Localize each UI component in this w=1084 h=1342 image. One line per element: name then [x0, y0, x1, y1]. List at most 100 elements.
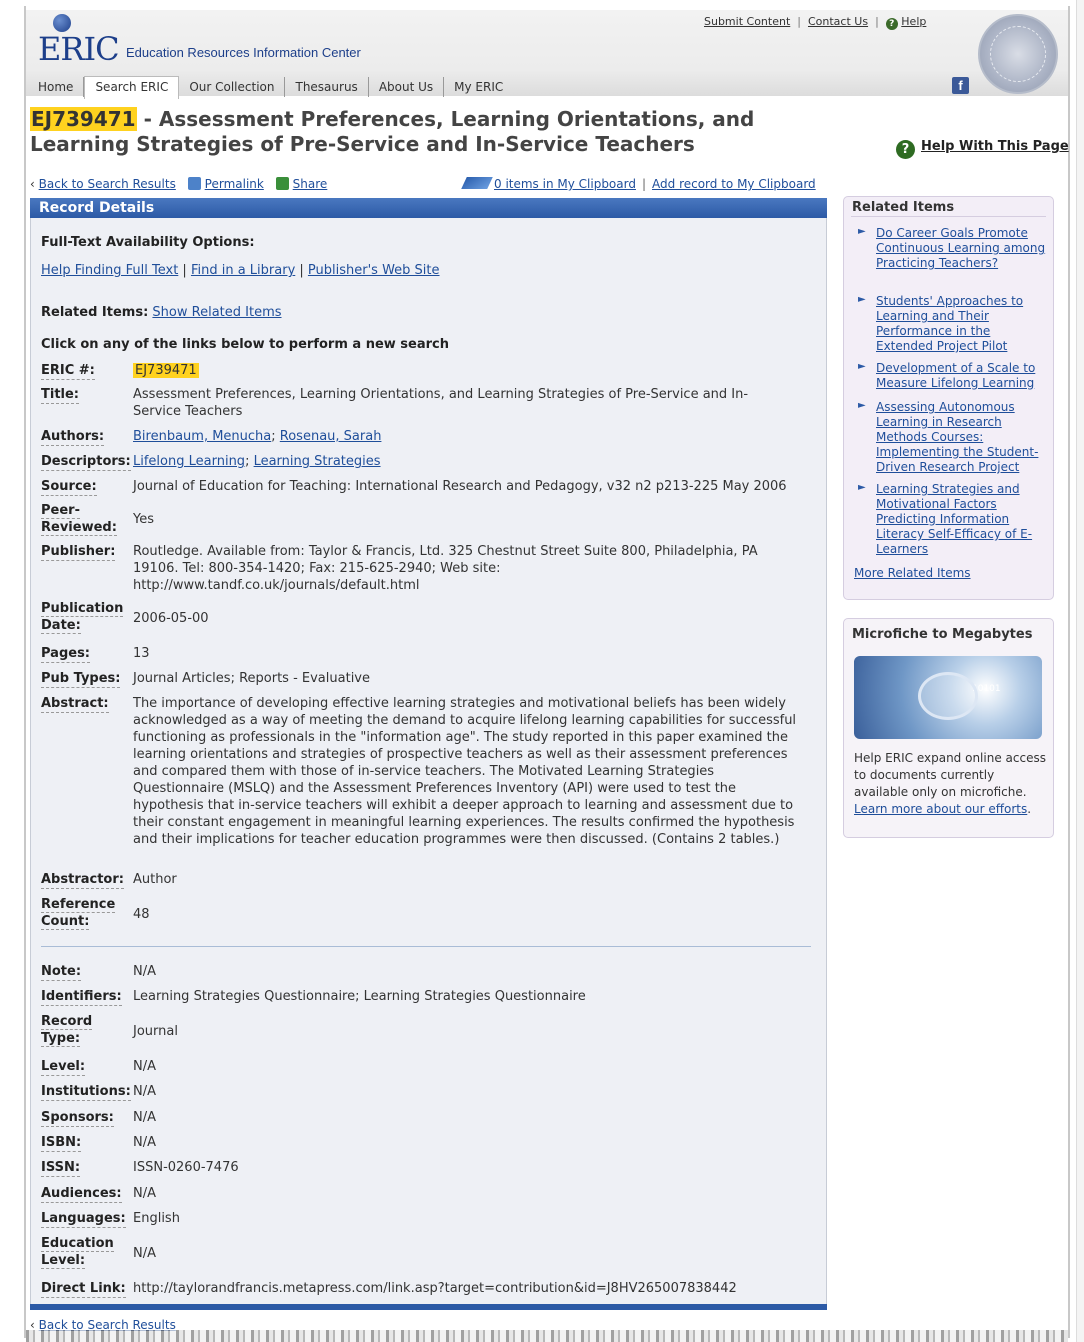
learn-more-link[interactable]: Learn more about our efforts	[854, 802, 1027, 816]
institutions-label: Institutions:	[41, 1084, 131, 1101]
record-id-highlight: EJ739471	[30, 107, 137, 131]
level-value: N/A	[133, 1059, 156, 1074]
tab-about-us[interactable]: About Us	[369, 77, 445, 97]
help-link[interactable]: Help	[901, 15, 926, 28]
related-item-link[interactable]: Assessing Autonomous Learning in Researc…	[876, 400, 1046, 475]
clipboard-link[interactable]: 0 items in My Clipboard	[494, 177, 636, 191]
page-frame-left	[24, 6, 26, 1338]
descriptor-link[interactable]: Lifelong Learning	[133, 454, 245, 469]
pub-types-value: Journal Articles; Reports - Evaluative	[133, 671, 370, 686]
abstractor-label: Abstractor:	[41, 872, 124, 889]
permalink-link[interactable]: Permalink	[205, 177, 264, 191]
bullet-icon: ►	[858, 226, 866, 237]
descriptor-link[interactable]: Learning Strategies	[254, 454, 381, 469]
peer-reviewed-label: Peer- Reviewed:	[41, 502, 117, 536]
direct-link-label: Direct Link:	[41, 1281, 126, 1298]
share-icon	[275, 177, 289, 190]
title-label: Title:	[41, 387, 80, 404]
share-link[interactable]: Share	[293, 177, 328, 191]
audiences-value: N/A	[133, 1186, 156, 1201]
issn-value: ISSN-0260-7476	[133, 1160, 239, 1175]
show-related-items-link[interactable]: Show Related Items	[152, 305, 281, 320]
eric-number-highlight: EJ739471	[133, 363, 199, 378]
help-with-page[interactable]: ? Help With This Page	[896, 139, 1069, 159]
tab-thesaurus[interactable]: Thesaurus	[285, 77, 369, 97]
issn-label: ISSN:	[41, 1160, 81, 1177]
back-arrow-icon: ‹	[30, 177, 35, 191]
submit-content-link[interactable]: Submit Content	[704, 15, 790, 28]
facebook-icon[interactable]: f	[952, 77, 969, 94]
add-record-link[interactable]: Add record to My Clipboard	[652, 177, 816, 191]
eric-logo[interactable]: ERIC	[38, 30, 120, 68]
audiences-label: Audiences:	[41, 1186, 122, 1203]
publisher-website-link[interactable]: Publisher's Web Site	[308, 263, 440, 278]
contact-us-link[interactable]: Contact Us	[808, 15, 868, 28]
author-link[interactable]: Birenbaum, Menucha	[133, 429, 271, 444]
help-question-icon: ?	[896, 140, 915, 159]
publication-date-value: 2006-05-00	[133, 611, 209, 626]
related-items-row: Related Items: Show Related Items	[41, 305, 282, 320]
edlevel-label-line2: Level:	[41, 1253, 86, 1269]
pubdate-label-line2: Date:	[41, 618, 81, 634]
main-nav: Home Search ERIC Our Collection Thesaurus Ab…	[28, 76, 513, 99]
tab-our-collection[interactable]: Our Collection	[179, 77, 286, 97]
bullet-icon: ►	[858, 294, 866, 305]
pages-value: 13	[133, 646, 150, 661]
identifiers-label: Identifiers:	[41, 989, 122, 1006]
section-divider	[41, 946, 811, 947]
help-finding-fulltext-link[interactable]: Help Finding Full Text	[41, 263, 178, 278]
related-item-link[interactable]: Learning Strategies and Motivational Fac…	[876, 482, 1046, 557]
authors-label: Authors:	[41, 429, 105, 446]
record-type-label: Record Type:	[41, 1013, 93, 1047]
pub-types-label: Pub Types:	[41, 671, 121, 688]
institutions-value: N/A	[133, 1084, 156, 1099]
abstract-value: The importance of developing effective l…	[133, 696, 797, 847]
title-value: Assessment Preferences, Learning Orienta…	[133, 387, 749, 419]
top-links: Submit Content | Contact Us |? Help	[704, 15, 927, 30]
find-in-library-link[interactable]: Find in a Library	[191, 263, 295, 278]
utility-right: 0 items in My Clipboard | Add record to My…	[461, 177, 816, 191]
direct-link-value[interactable]: http://taylorandfrancis.metapress.com/li…	[133, 1280, 809, 1297]
note-value: N/A	[133, 964, 156, 979]
refcount-label-line1: Reference	[41, 897, 116, 913]
page-title: EJ739471 - Assessment Preferences, Learn…	[30, 107, 830, 157]
rectype-label-line1: Record	[41, 1014, 93, 1030]
isbn-label: ISBN:	[41, 1135, 82, 1152]
peer-label-line1: Peer-	[41, 503, 80, 519]
clipboard-icon	[461, 177, 493, 189]
tab-search-eric[interactable]: Search ERIC	[84, 76, 180, 99]
eric-number-value: EJ739471	[133, 362, 809, 379]
back-to-results-link[interactable]: Back to Search Results	[39, 177, 176, 191]
publisher-label: Publisher:	[41, 544, 116, 561]
utility-left: ‹ Back to Search Results Permalink Share	[30, 177, 327, 191]
related-items-title: Related Items	[852, 200, 955, 215]
tab-home[interactable]: Home	[28, 77, 85, 97]
related-items-label: Related Items:	[41, 305, 149, 320]
bullet-icon: ►	[858, 400, 866, 411]
refcount-label-line2: Count:	[41, 914, 90, 930]
related-item-link[interactable]: Development of a Scale to Measure Lifelo…	[876, 361, 1046, 391]
permalink-icon	[187, 177, 201, 190]
identifiers-value: Learning Strategies Questionnaire; Learn…	[133, 989, 586, 1004]
microfiche-title: Microfiche to Megabytes	[852, 627, 1033, 642]
abstract-label: Abstract:	[41, 696, 109, 713]
scrollbar-track[interactable]	[1076, 0, 1084, 1342]
more-related-items-link[interactable]: More Related Items	[854, 566, 971, 580]
rectype-label-line2: Type:	[41, 1031, 81, 1047]
related-item-link[interactable]: Do Career Goals Promote Continuous Learn…	[876, 226, 1046, 271]
related-item-link[interactable]: Students' Approaches to Learning and The…	[876, 294, 1046, 354]
reference-count-value: 48	[133, 907, 150, 922]
record-panel-header: Record Details	[30, 198, 827, 218]
abstractor-value: Author	[133, 872, 177, 887]
help-with-page-link[interactable]: Help With This Page	[921, 139, 1069, 154]
fulltext-heading: Full-Text Availability Options:	[41, 235, 255, 250]
publisher-value: Routledge. Available from: Taylor & Fran…	[133, 544, 758, 593]
note-label: Note:	[41, 964, 82, 981]
level-label: Level:	[41, 1059, 86, 1076]
tab-my-eric[interactable]: My ERIC	[444, 77, 513, 97]
education-level-value: N/A	[133, 1246, 156, 1261]
isbn-value: N/A	[133, 1135, 156, 1150]
author-link[interactable]: Rosenau, Sarah	[280, 429, 382, 444]
magnifier-icon	[918, 672, 978, 720]
sponsors-value: N/A	[133, 1110, 156, 1125]
